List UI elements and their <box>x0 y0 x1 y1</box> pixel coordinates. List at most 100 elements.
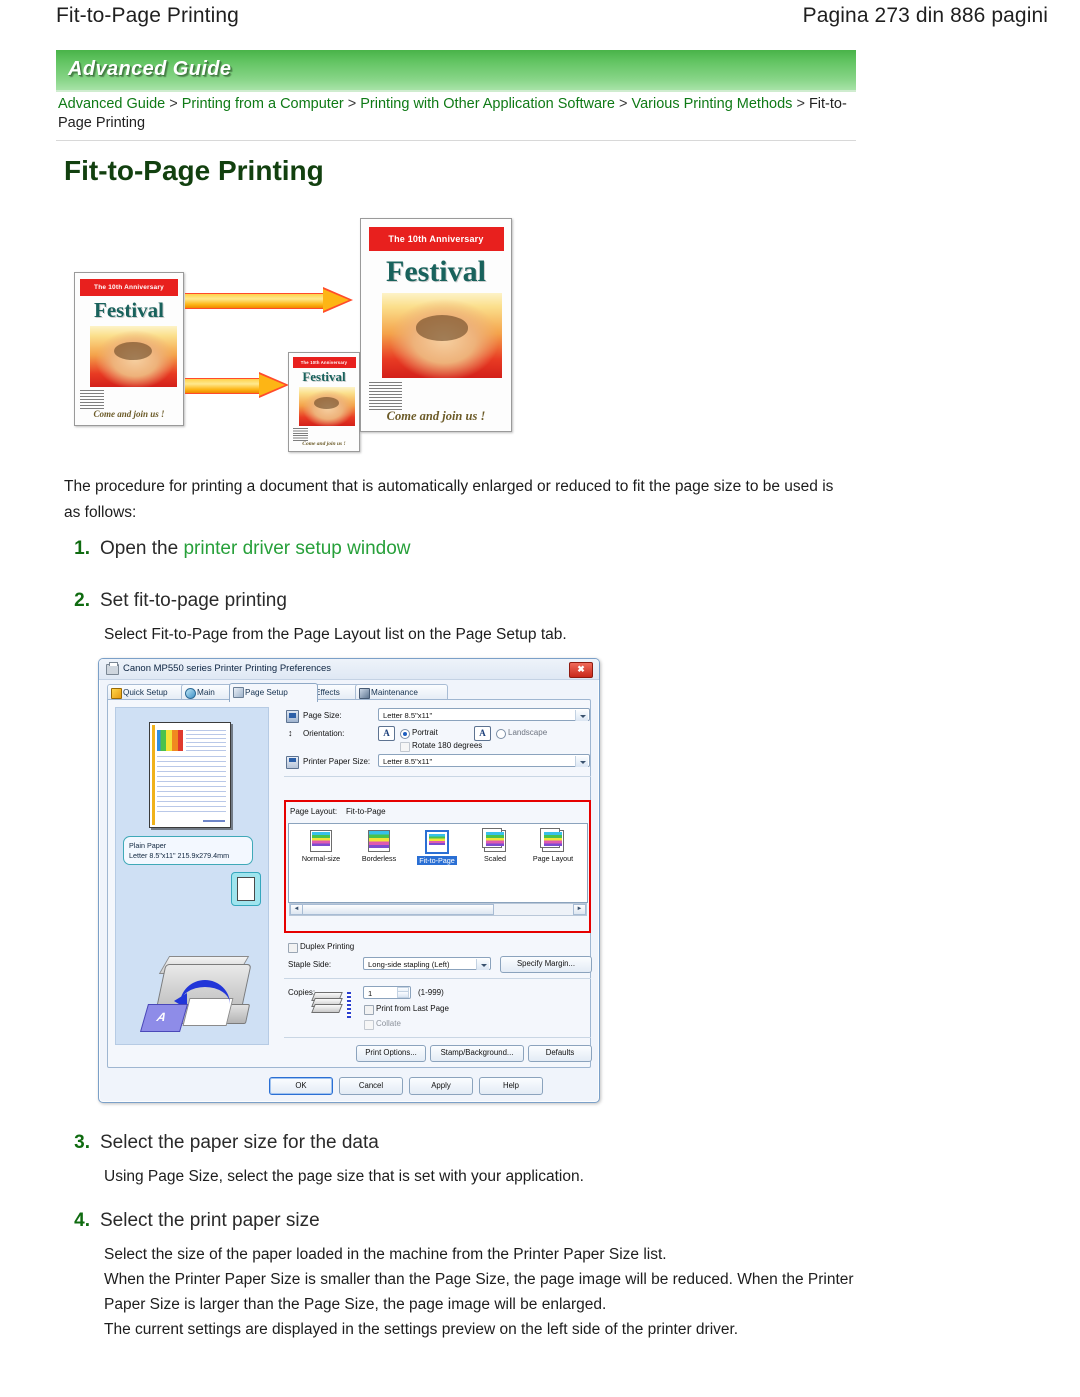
print-from-last-page-checkbox[interactable] <box>364 1005 374 1015</box>
dialog-title: Canon MP550 series Printer Printing Pref… <box>123 663 332 674</box>
printer-driver-setup-window-link[interactable]: printer driver setup window <box>183 538 410 559</box>
page-header-pagination: Pagina 273 din 886 pagini <box>802 4 1048 27</box>
poster-anniversary-text: The 10th Anniversary <box>292 356 356 368</box>
portrait-icon: A <box>378 726 395 741</box>
page-layout-options-list[interactable]: Normal-size Borderless Fit-to-Page Scale… <box>288 823 588 903</box>
chevron-down-icon <box>575 756 588 767</box>
section-divider <box>284 978 591 979</box>
page-title: Fit-to-Page Printing <box>64 155 324 186</box>
page-header: Fit-to-Page Printing Pagina 273 din 886 … <box>0 0 1080 42</box>
stamp-background-button[interactable]: Stamp/Background... <box>430 1045 524 1062</box>
poster-footer-text: Come and join us ! <box>386 408 486 423</box>
page-setup-panel: Plain Paper Letter 8.5"x11" 215.9x279.4m… <box>107 699 592 1068</box>
cancel-button[interactable]: Cancel <box>339 1077 403 1095</box>
copies-value: 1 <box>368 989 373 998</box>
tab-quick-setup-label: Quick Setup <box>123 688 168 697</box>
page-size-select[interactable]: Letter 8.5"x11" <box>378 708 590 721</box>
main-tab-icon <box>185 688 196 699</box>
normal-size-icon <box>310 830 332 852</box>
printer-paper-size-select[interactable]: Letter 8.5"x11" <box>378 754 590 767</box>
breadcrumb-item-3[interactable]: Various Printing Methods <box>631 96 792 112</box>
preview-media-type: Plain Paper <box>129 841 167 850</box>
tab-maintenance-label: Maintenance <box>371 688 418 697</box>
layout-option-label: Page Layout <box>532 854 574 863</box>
breadcrumb-item-0[interactable]: Advanced Guide <box>58 96 165 112</box>
printer-paper-size-value: Letter 8.5"x11" <box>383 757 433 766</box>
step-3-body: Using Page Size, select the page size th… <box>104 1168 584 1185</box>
poster-footer-text: Come and join us ! <box>93 409 165 420</box>
close-icon[interactable]: ✖ <box>569 662 593 678</box>
copies-stack-icon <box>311 992 351 1018</box>
chevron-down-icon <box>575 710 588 721</box>
scaled-icon <box>482 828 506 852</box>
ok-button[interactable]: OK <box>269 1077 333 1095</box>
poster-original: The 10th Anniversary Festival Come and j… <box>74 272 184 426</box>
printer-paper-size-icon <box>286 756 299 769</box>
layout-list-scrollbar[interactable]: ◄ ► <box>289 903 587 916</box>
rotate-180-label: Rotate 180 degrees <box>412 741 483 750</box>
portrait-radio[interactable] <box>400 729 410 739</box>
page-header-title: Fit-to-Page Printing <box>56 4 239 27</box>
scrollbar-thumb[interactable] <box>302 904 494 915</box>
stepper-down-icon[interactable] <box>397 990 409 998</box>
preview-paper-size: Letter 8.5"x11" 215.9x279.4mm <box>129 851 230 860</box>
layout-option-fit-to-page[interactable]: Fit-to-Page <box>409 830 465 865</box>
layout-option-label: Borderless <box>361 854 397 863</box>
page-size-icon <box>286 710 299 723</box>
rotate-180-checkbox[interactable] <box>400 742 410 752</box>
staple-side-value: Long-side stapling (Left) <box>368 960 450 969</box>
section-divider <box>284 776 591 777</box>
maintenance-icon <box>359 688 370 699</box>
staple-side-select[interactable]: Long-side stapling (Left) <box>363 957 491 970</box>
poster-anniversary-text: The 10th Anniversary <box>368 227 504 251</box>
landscape-radio[interactable] <box>496 729 506 739</box>
step-4-body-secondary: The current settings are displayed in th… <box>104 1321 739 1338</box>
layout-option-page-layout[interactable]: Page Layout <box>525 828 581 863</box>
step-4-body: Select the size of the paper loaded in t… <box>104 1246 854 1313</box>
step-1-title-prefix: Open the <box>100 538 184 559</box>
poster-title-text: Festival <box>94 298 164 323</box>
copies-range-hint: (1-999) <box>418 988 444 997</box>
layout-option-label: Fit-to-Page <box>417 856 457 865</box>
collate-checkbox[interactable] <box>364 1020 374 1030</box>
page-size-value: Letter 8.5"x11" <box>383 711 433 720</box>
step-2-title: Set fit-to-page printing <box>100 590 287 611</box>
intro-paragraph: The procedure for printing a document th… <box>64 478 834 521</box>
enlarge-arrow-icon <box>185 287 355 313</box>
page-setup-icon <box>233 687 244 698</box>
staple-side-label: Staple Side: <box>288 960 332 969</box>
print-options-button[interactable]: Print Options... <box>356 1045 426 1062</box>
breadcrumb-separator: > <box>618 96 628 112</box>
breadcrumb-divider <box>56 140 856 141</box>
layout-option-scaled[interactable]: Scaled <box>467 828 523 863</box>
breadcrumb-separator: > <box>347 96 357 112</box>
paper-info-badge: Plain Paper Letter 8.5"x11" 215.9x279.4m… <box>123 836 253 865</box>
tab-page-setup[interactable]: Page Setup <box>229 683 318 702</box>
apply-button[interactable]: Apply <box>409 1077 473 1095</box>
step-2-number: 2. <box>74 590 90 611</box>
landscape-icon: A <box>474 726 491 741</box>
breadcrumb-item-2[interactable]: Printing with Other Application Software <box>360 96 615 112</box>
page-layout-label: Page Layout: <box>290 807 338 816</box>
page-layout-icon <box>540 828 564 852</box>
help-button[interactable]: Help <box>479 1077 543 1095</box>
orientation-label: Orientation: <box>303 729 345 738</box>
scroll-right-arrow-icon[interactable]: ► <box>573 904 586 915</box>
fit-to-page-icon <box>425 830 449 854</box>
step-4-title: Select the print paper size <box>100 1210 320 1231</box>
specify-margin-button[interactable]: Specify Margin... <box>500 956 592 973</box>
layout-option-normal-size[interactable]: Normal-size <box>293 830 349 863</box>
preview-page-thumbnail <box>149 722 231 828</box>
copies-label: Copies: <box>288 988 316 997</box>
layout-option-label: Normal-size <box>301 854 341 863</box>
section-divider <box>284 1037 591 1038</box>
defaults-button[interactable]: Defaults <box>528 1045 592 1062</box>
copies-stepper[interactable]: 1 <box>363 986 411 999</box>
poster-reduced: The 10th Anniversary Festival Come and j… <box>288 352 360 452</box>
step-1-number: 1. <box>74 538 90 559</box>
breadcrumb-item-1[interactable]: Printing from a Computer <box>182 96 344 112</box>
layout-option-borderless[interactable]: Borderless <box>351 830 407 863</box>
poster-title-text: Festival <box>386 254 486 288</box>
orientation-marker-icon: ↕ <box>288 728 293 738</box>
duplex-printing-checkbox[interactable] <box>288 943 298 953</box>
